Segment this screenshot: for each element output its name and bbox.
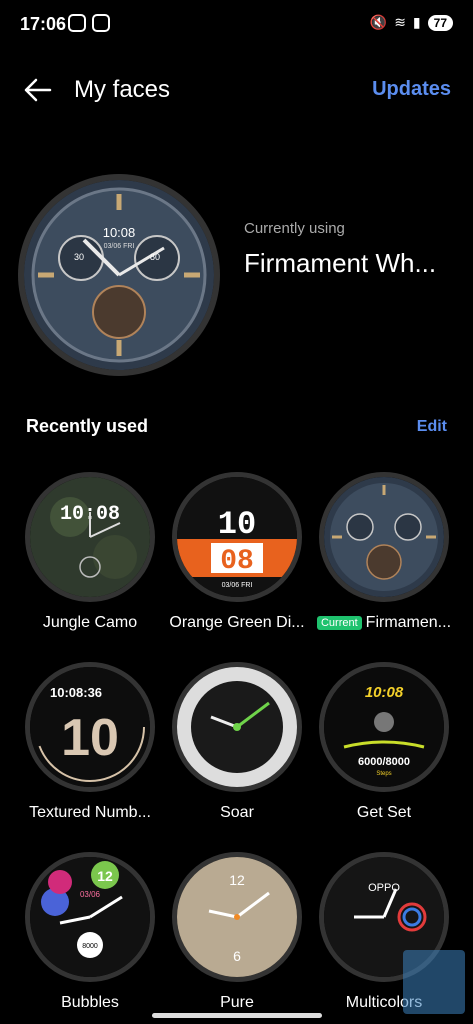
updates-button[interactable]: Updates [372,78,451,101]
firmament-sub-left: 30 [74,252,84,262]
heart-notification-icon [68,14,86,32]
bubbles-date: 03/06 [80,890,101,899]
get-set-face-graphic: 10:08 6000/8000 Steps [324,667,444,787]
getset-time: 10:08 [365,684,404,701]
screenshot-icon [92,14,110,32]
getset-steps: 6000/8000 [358,756,410,768]
bubbles-value: 8000 [82,943,98,950]
face-label: Bubbles [61,994,119,1011]
face-item-orange-green[interactable]: 10 08 03/06 FRI Orange Green Di... [162,472,312,632]
wifi-icon: ≋ [394,14,406,30]
face-item-bubbles[interactable]: 12 03/06 8000 Bubbles [15,852,165,1012]
arrow-left-icon [24,78,52,102]
battery-indicator: 77 [427,14,453,31]
getset-unit: Steps [376,771,391,777]
face-item-textured-numbers[interactable]: 10:08:36 10 Textured Numb... [15,662,165,822]
current-face-name: Firmament Wh... [244,248,437,278]
face-label: Textured Numb... [29,804,151,821]
face-label: Get Set [356,804,412,821]
orange-hour: 10 [218,506,256,543]
orange-min: 08 [220,546,254,577]
face-item-jungle-camo[interactable]: 10:08 Jungle Camo [15,472,165,632]
orange-green-face-graphic: 10 08 03/06 FRI [177,477,297,597]
signal-icon: ▮ [412,14,421,30]
mute-icon: 🔇 [369,14,388,30]
firmament-thumb-graphic [324,477,444,597]
firmament-face-graphic: 10:08 03/06 FRI 30 80 [24,180,214,370]
page-title: My faces [74,76,171,103]
home-indicator[interactable] [152,1013,322,1018]
recently-used-heading: Recently used [26,416,149,436]
firmament-date: 03/06 FRI [104,243,135,250]
jungle-camo-face-graphic: 10:08 [30,477,150,597]
bubbles-12: 12 [97,868,113,884]
face-label: Pure [220,994,254,1011]
face-item-firmament[interactable]: Current Firmamen... [309,472,459,632]
textured-numbers-face-graphic: 10:08:36 10 [30,667,150,787]
face-item-soar[interactable]: Soar [162,662,312,822]
face-label: Firmamen... [365,614,452,631]
face-label: Orange Green Di... [169,614,305,631]
firmament-sub-right: 80 [150,252,160,262]
soar-face-graphic [177,667,297,787]
bubbles-face-graphic: 12 03/06 8000 [30,857,150,977]
currently-using-label: Currently using [244,220,345,237]
face-label: Soar [220,804,254,821]
textured-time: 10:08:36 [50,685,102,700]
current-badge: Current [316,615,362,630]
pure-6: 6 [233,948,241,964]
status-bar: 17:06 🔇 ≋ ▮ 77 [0,0,473,50]
current-face-preview[interactable]: 10:08 03/06 FRI 30 80 [24,180,214,370]
pure-face-graphic: 12 6 [177,857,297,977]
pure-12: 12 [229,872,245,888]
edit-button[interactable]: Edit [417,418,447,436]
orange-date: 03/06 FRI [222,582,253,589]
firmament-time: 10:08 [103,225,136,240]
face-item-get-set[interactable]: 10:08 6000/8000 Steps Get Set [309,662,459,822]
status-time: 17:06 [20,14,67,34]
textured-big-number: 10 [61,709,119,767]
face-label: Jungle Camo [42,614,138,631]
back-button[interactable] [22,76,52,104]
header: My faces Updates [0,62,473,118]
face-item-pure[interactable]: 12 6 Pure [162,852,312,1012]
overlay-logo [403,950,465,1014]
